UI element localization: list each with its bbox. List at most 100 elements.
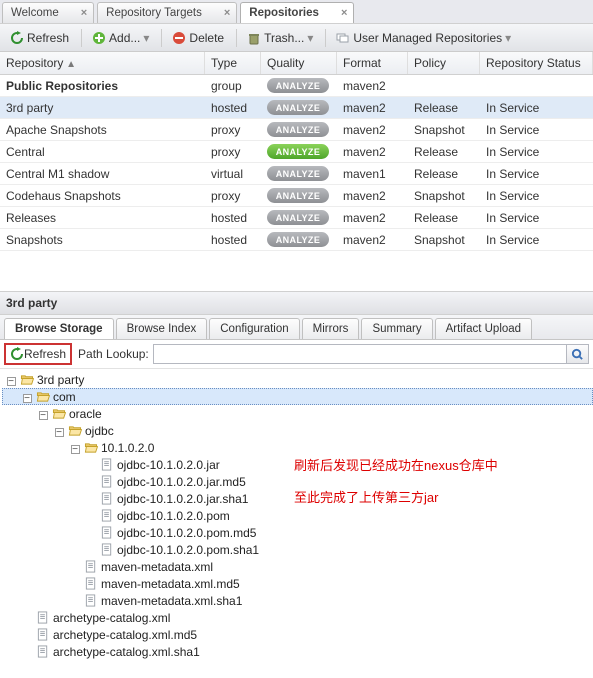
cell-quality: ANALYZE [261,140,337,164]
repo-row[interactable]: 3rd partyhostedANALYZEmaven2ReleaseIn Se… [0,97,593,119]
path-lookup-input[interactable] [153,344,567,364]
expand-toggle[interactable]: − [36,407,50,421]
repo-row[interactable]: SnapshotshostedANALYZEmaven2SnapshotIn S… [0,229,593,251]
cell-quality: ANALYZE [261,96,337,120]
cell-type: proxy [205,185,261,207]
cell-repository: Public Repositories [0,75,205,97]
tree-node[interactable]: −10.1.0.2.0 [2,439,593,456]
cell-quality: ANALYZE [261,118,337,142]
tree-node[interactable]: ojdbc-10.1.0.2.0.pom.md5 [2,524,593,541]
tree-node[interactable]: maven-metadata.xml.md5 [2,575,593,592]
folder-icon [36,390,50,403]
analyze-badge[interactable]: ANALYZE [267,232,329,247]
storage-refresh-button[interactable]: Refresh [4,343,72,365]
tree-node[interactable]: archetype-catalog.xml [2,609,593,626]
file-icon [84,577,98,590]
repo-row[interactable]: Central M1 shadowvirtualANALYZEmaven1Rel… [0,163,593,185]
delete-button[interactable]: Delete [166,29,230,47]
analyze-badge[interactable]: ANALYZE [267,78,329,93]
cell-type: proxy [205,141,261,163]
tree-node[interactable]: ojdbc-10.1.0.2.0.pom [2,507,593,524]
cell-quality: ANALYZE [261,162,337,186]
cell-repository: Central [0,141,205,163]
search-icon [571,348,584,361]
close-icon[interactable]: × [81,7,87,19]
col-policy[interactable]: Policy [408,52,480,74]
close-icon[interactable]: × [224,7,230,19]
tree-node[interactable]: −ojdbc [2,422,593,439]
expand-toggle[interactable]: − [4,373,18,387]
repo-row[interactable]: CentralproxyANALYZEmaven2ReleaseIn Servi… [0,141,593,163]
splitter-gap[interactable] [0,251,593,291]
tree-label: ojdbc-10.1.0.2.0.jar.sha1 [117,492,248,506]
cell-policy: Release [408,141,480,163]
user-managed-button[interactable]: User Managed Repositories ▾ [330,29,517,47]
tree-node[interactable]: maven-metadata.xml.sha1 [2,592,593,609]
annotation-1: 刷新后发现已经成功在nexus仓库中 [294,455,498,474]
separator [325,29,326,47]
lower-tab-summary[interactable]: Summary [361,318,432,339]
cell-type: hosted [205,207,261,229]
separator [161,29,162,47]
analyze-badge[interactable]: ANALYZE [267,188,329,203]
top-tabbar: Welcome×Repository Targets×Repositories× [0,0,593,24]
expand-toggle[interactable]: − [52,424,66,438]
cell-type: hosted [205,229,261,251]
cell-status: In Service [480,119,593,141]
delete-icon [172,31,186,45]
lower-tab-browse-storage[interactable]: Browse Storage [4,318,114,339]
folder-icon [20,373,34,386]
tree-node[interactable]: archetype-catalog.xml.sha1 [2,643,593,660]
analyze-badge[interactable]: ANALYZE [267,210,329,225]
close-icon[interactable]: × [341,7,347,19]
repo-row[interactable]: Codehaus SnapshotsproxyANALYZEmaven2Snap… [0,185,593,207]
tree-node[interactable]: maven-metadata.xml [2,558,593,575]
analyze-badge[interactable]: ANALYZE [267,122,329,137]
separator [236,29,237,47]
path-lookup-go[interactable] [567,344,589,364]
lower-tab-configuration[interactable]: Configuration [209,318,299,339]
add-button[interactable]: Add... ▾ [86,29,155,47]
col-quality[interactable]: Quality [261,52,337,74]
lower-panel-title: 3rd party [0,291,593,315]
storage-refresh-label: Refresh [24,347,66,361]
repo-row[interactable]: Public RepositoriesgroupANALYZEmaven2 [0,75,593,97]
top-tab-2[interactable]: Repositories× [240,2,354,23]
repo-row[interactable]: ReleaseshostedANALYZEmaven2ReleaseIn Ser… [0,207,593,229]
tree-node[interactable]: archetype-catalog.xml.md5 [2,626,593,643]
col-status[interactable]: Repository Status [480,52,593,74]
tree-node[interactable]: −3rd party [2,371,593,388]
tree-node[interactable]: ojdbc-10.1.0.2.0.pom.sha1 [2,541,593,558]
grid-body: Public RepositoriesgroupANALYZEmaven23rd… [0,75,593,251]
dropdown-icon: ▾ [307,31,313,45]
file-icon [100,492,114,505]
col-type[interactable]: Type [205,52,261,74]
trash-button[interactable]: Trash... ▾ [241,29,319,47]
cell-status: In Service [480,229,593,251]
cell-status: In Service [480,163,593,185]
add-icon [92,31,106,45]
top-tab-0[interactable]: Welcome× [2,2,94,23]
col-format[interactable]: Format [337,52,408,74]
tree-label: maven-metadata.xml [101,560,213,574]
lower-tab-mirrors[interactable]: Mirrors [302,318,360,339]
cell-repository: Releases [0,207,205,229]
analyze-badge[interactable]: ANALYZE [267,166,329,181]
refresh-label: Refresh [27,31,69,45]
lower-tab-artifact-upload[interactable]: Artifact Upload [435,318,532,339]
cell-type: proxy [205,119,261,141]
lower-tab-browse-index[interactable]: Browse Index [116,318,208,339]
file-icon [100,475,114,488]
analyze-badge[interactable]: ANALYZE [267,144,329,159]
repo-row[interactable]: Apache SnapshotsproxyANALYZEmaven2Snapsh… [0,119,593,141]
analyze-badge[interactable]: ANALYZE [267,100,329,115]
tree-node[interactable]: −com [2,388,593,405]
col-repository[interactable]: Repository [0,52,205,74]
tree-node[interactable]: −oracle [2,405,593,422]
top-tab-1[interactable]: Repository Targets× [97,2,237,23]
cell-format: maven2 [337,207,408,229]
cell-quality: ANALYZE [261,74,337,98]
expand-toggle[interactable]: − [68,441,82,455]
refresh-button[interactable]: Refresh [4,29,75,47]
expand-toggle[interactable]: − [20,390,34,404]
